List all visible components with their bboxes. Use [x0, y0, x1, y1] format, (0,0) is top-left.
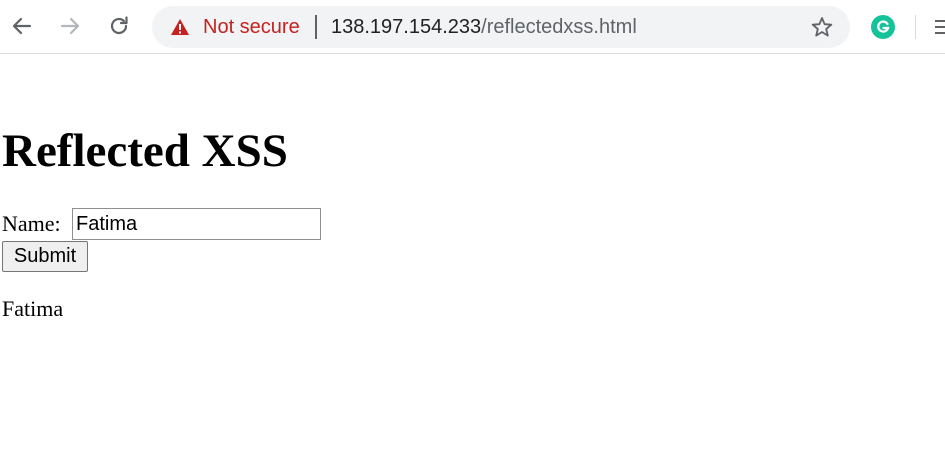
security-status[interactable]: Not secure	[203, 16, 300, 38]
forward-button[interactable]	[56, 12, 84, 40]
browser-toolbar: Not secure 138.197.154.233/reflectedxss.…	[0, 0, 945, 54]
back-arrow-icon	[12, 17, 32, 35]
toolbar-divider	[915, 15, 916, 39]
name-input[interactable]	[72, 208, 321, 240]
star-icon[interactable]	[810, 15, 834, 39]
address-bar[interactable]: Not secure 138.197.154.233/reflectedxss.…	[152, 6, 850, 48]
url-path: /reflectedxss.html	[481, 16, 637, 38]
url-text[interactable]: 138.197.154.233/reflectedxss.html	[331, 16, 637, 38]
warning-triangle-icon[interactable]	[170, 18, 190, 36]
grammarly-logo-icon	[877, 20, 890, 33]
page-content: Reflected XSS Name: Submit Fatima	[0, 54, 945, 467]
reflected-output: Fatima	[2, 296, 64, 321]
forward-arrow-icon	[60, 17, 80, 35]
url-host: 138.197.154.233	[331, 16, 482, 38]
name-label: Name:	[2, 211, 61, 236]
back-button[interactable]	[8, 12, 36, 40]
menu-icon[interactable]	[935, 19, 945, 35]
grammarly-icon[interactable]	[871, 15, 895, 39]
reload-icon	[110, 16, 128, 35]
omnibox-divider	[315, 15, 317, 39]
reload-button[interactable]	[105, 12, 133, 40]
page-title: Reflected XSS	[2, 125, 288, 177]
submit-button[interactable]: Submit	[2, 241, 88, 272]
